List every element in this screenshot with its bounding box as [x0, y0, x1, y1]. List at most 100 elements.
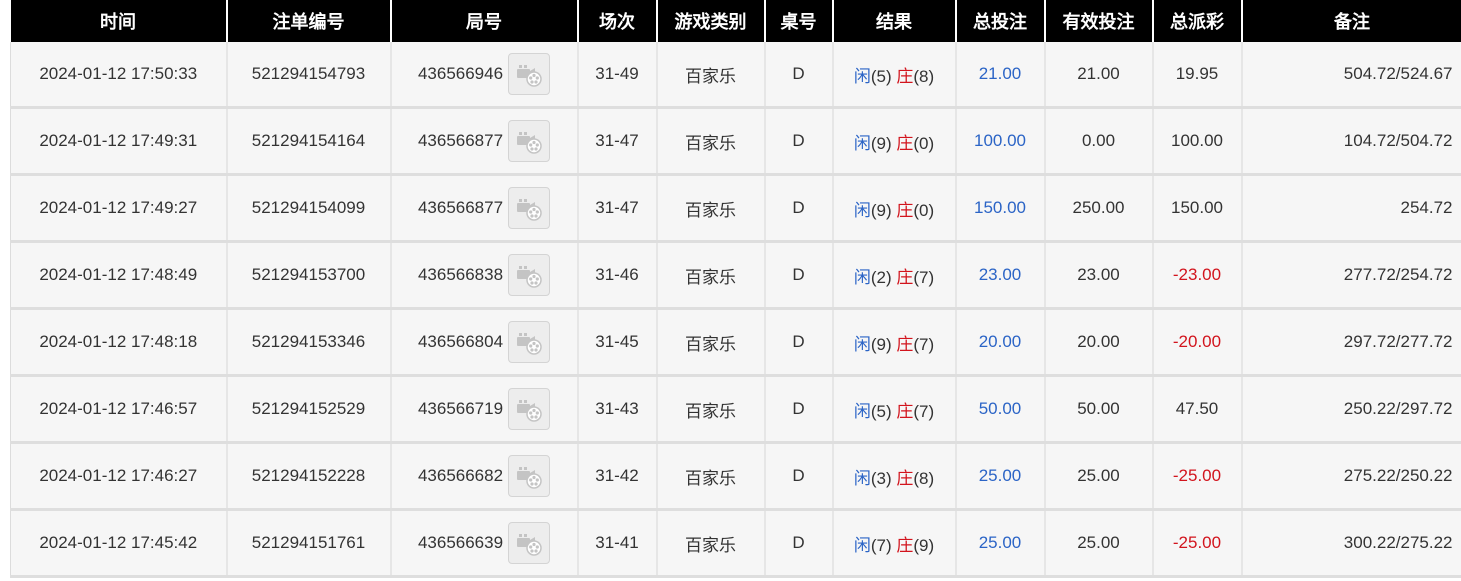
- player-label: 闲: [853, 535, 871, 555]
- cell-time: 2024-01-12 17:50:33: [10, 42, 227, 109]
- cell-time: 2024-01-12 17:48:49: [10, 241, 227, 310]
- banker-score: (8): [913, 66, 935, 86]
- player-label: 闲: [853, 267, 871, 287]
- video-replay-button[interactable]: [508, 522, 551, 564]
- banker-label: 庄: [896, 535, 914, 555]
- cell-note: 297.72/277.72: [1240, 308, 1461, 377]
- banker-label: 庄: [896, 66, 914, 86]
- cell-shoe: 31-43: [576, 375, 657, 444]
- cell-table: D: [763, 509, 833, 578]
- cell-time: 2024-01-12 17:46:57: [10, 375, 227, 444]
- player-label: 闲: [853, 200, 871, 220]
- banker-score: (0): [913, 133, 935, 153]
- video-replay-button[interactable]: [508, 187, 551, 229]
- cell-note: 250.22/297.72: [1240, 375, 1461, 444]
- banker-label: 庄: [896, 200, 914, 220]
- banker-label: 庄: [896, 267, 914, 287]
- cell-bet-no: 521294154793: [225, 42, 391, 109]
- video-replay-icon: [517, 266, 542, 288]
- col-header-shoe: 场次: [576, 0, 657, 42]
- cell-total-bet: 150.00: [954, 174, 1045, 243]
- round-number: 436566838: [417, 265, 504, 284]
- cell-total-bet: 100.00: [954, 107, 1045, 176]
- banker-label: 庄: [896, 468, 914, 488]
- video-replay-button[interactable]: [508, 254, 551, 296]
- video-replay-button[interactable]: [508, 455, 551, 497]
- cell-payout: 150.00: [1151, 174, 1242, 243]
- cell-bet-no: 521294153346: [225, 308, 391, 377]
- video-replay-icon: [517, 400, 542, 422]
- cell-time: 2024-01-12 17:46:27: [10, 442, 227, 511]
- video-replay-button[interactable]: [508, 321, 551, 363]
- cell-game-type: 百家乐: [655, 241, 765, 310]
- cell-shoe: 31-41: [576, 509, 657, 578]
- cell-valid-bet: 50.00: [1043, 375, 1153, 444]
- video-replay-button[interactable]: [508, 53, 551, 95]
- cell-valid-bet: 25.00: [1043, 442, 1153, 511]
- cell-shoe: 31-46: [576, 241, 657, 310]
- cell-total-bet: 50.00: [954, 375, 1045, 444]
- table-row: 2024-01-12 17:46:27 521294152228 4365666…: [10, 442, 1461, 511]
- cell-shoe: 31-49: [576, 42, 657, 109]
- banker-label: 庄: [896, 133, 914, 153]
- cell-total-bet: 23.00: [954, 241, 1045, 310]
- table-row: 2024-01-12 17:49:31 521294154164 4365668…: [10, 107, 1461, 176]
- cell-payout: 100.00: [1151, 107, 1242, 176]
- col-header-bet-no: 注单编号: [225, 0, 391, 42]
- round-number: 436566804: [417, 332, 504, 351]
- cell-bet-no: 521294151761: [225, 509, 391, 578]
- cell-game-type: 百家乐: [655, 509, 765, 578]
- cell-note: 277.72/254.72: [1240, 241, 1461, 310]
- cell-bet-no: 521294154099: [225, 174, 391, 243]
- banker-score: (7): [913, 334, 935, 354]
- col-header-valid-bet: 有效投注: [1043, 0, 1153, 42]
- banker-label: 庄: [896, 334, 914, 354]
- cell-payout: -25.00: [1151, 509, 1242, 578]
- banker-score: (9): [913, 535, 935, 555]
- cell-game-type: 百家乐: [655, 42, 765, 109]
- cell-round-no: 436566719: [389, 375, 578, 444]
- cell-time: 2024-01-12 17:49:31: [10, 107, 227, 176]
- banker-score: (7): [913, 267, 935, 287]
- cell-time: 2024-01-12 17:49:27: [10, 174, 227, 243]
- cell-round-no: 436566946: [389, 42, 578, 109]
- cell-note: 300.22/275.22: [1240, 509, 1461, 578]
- player-score: (9): [870, 133, 892, 153]
- cell-shoe: 31-42: [576, 442, 657, 511]
- video-replay-icon: [517, 132, 542, 154]
- round-number: 436566946: [417, 64, 504, 83]
- table-row: 2024-01-12 17:46:57 521294152529 4365667…: [10, 375, 1461, 444]
- cell-valid-bet: 250.00: [1043, 174, 1153, 243]
- table-row: 2024-01-12 17:49:27 521294154099 4365668…: [10, 174, 1461, 243]
- cell-total-bet: 25.00: [954, 442, 1045, 511]
- cell-table: D: [763, 375, 833, 444]
- player-score: (5): [870, 66, 892, 86]
- cell-shoe: 31-45: [576, 308, 657, 377]
- cell-table: D: [763, 174, 833, 243]
- cell-table: D: [763, 241, 833, 310]
- round-number: 436566877: [417, 198, 504, 217]
- cell-total-bet: 21.00: [954, 42, 1045, 109]
- cell-result: 闲(9) 庄(7): [831, 308, 956, 377]
- cell-time: 2024-01-12 17:45:42: [10, 509, 227, 578]
- banker-label: 庄: [896, 401, 914, 421]
- cell-total-bet: 25.00: [954, 509, 1045, 578]
- cell-bet-no: 521294153700: [225, 241, 391, 310]
- cell-total-bet: 20.00: [954, 308, 1045, 377]
- cell-valid-bet: 20.00: [1043, 308, 1153, 377]
- cell-table: D: [763, 107, 833, 176]
- cell-time: 2024-01-12 17:48:18: [10, 308, 227, 377]
- banker-score: (8): [913, 468, 935, 488]
- table-row: 2024-01-12 17:48:18 521294153346 4365668…: [10, 308, 1461, 377]
- bet-records-table: 时间 注单编号 局号 场次 游戏类别 桌号 结果 总投注 有效投注 总派彩 备注…: [10, 0, 1461, 578]
- cell-payout: -23.00: [1151, 241, 1242, 310]
- video-replay-button[interactable]: [508, 120, 551, 162]
- cell-payout: 47.50: [1151, 375, 1242, 444]
- video-replay-button[interactable]: [508, 388, 551, 430]
- player-score: (9): [870, 334, 892, 354]
- cell-result: 闲(2) 庄(7): [831, 241, 956, 310]
- cell-round-no: 436566639: [389, 509, 578, 578]
- col-header-note: 备注: [1240, 0, 1461, 42]
- round-number: 436566877: [417, 131, 504, 150]
- player-label: 闲: [853, 133, 871, 153]
